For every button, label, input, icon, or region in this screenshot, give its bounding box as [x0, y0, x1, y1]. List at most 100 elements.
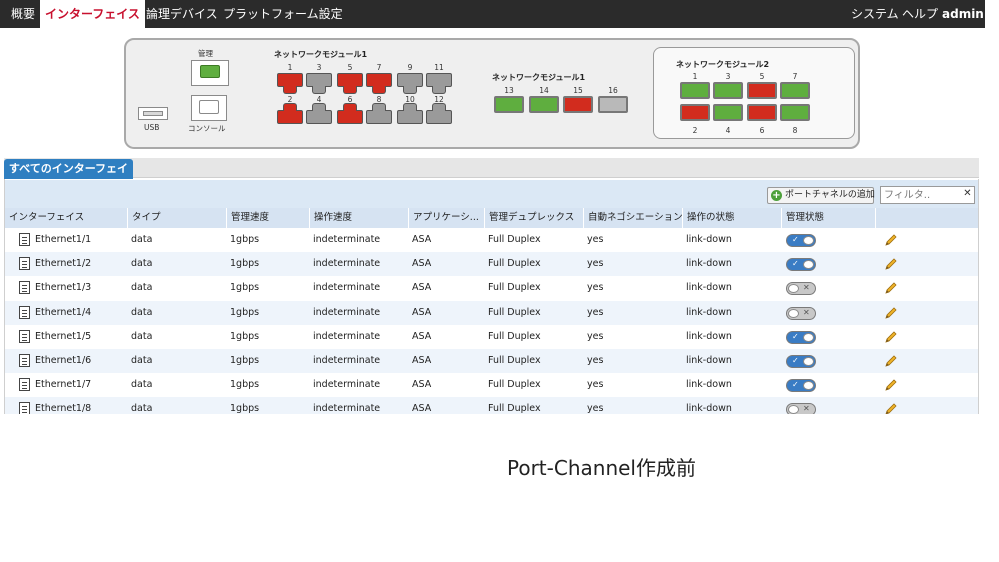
table-row[interactable]: Ethernet1/2 data 1gbps indeterminate ASA Full…	[5, 252, 978, 277]
col-admin-speed[interactable]: 管理速度	[226, 208, 309, 228]
usb-port-icon	[143, 111, 163, 116]
port-notch	[403, 103, 417, 111]
col-type[interactable]: タイプ	[127, 208, 226, 228]
sfp-port-1-16[interactable]	[598, 96, 628, 113]
table-row[interactable]: Ethernet1/1 data 1gbps indeterminate ASA Full…	[5, 228, 978, 252]
module1a-title: ネットワークモジュール1	[274, 50, 368, 59]
port-number-label: 8	[792, 126, 798, 135]
table-row[interactable]: Ethernet1/6 data 1gbps indeterminate ASA Full…	[5, 349, 978, 373]
col-autoneg[interactable]: 自動ネゴシエーション	[583, 208, 682, 228]
edit-pencil-icon[interactable]	[884, 305, 898, 319]
close-icon[interactable]: ✕	[962, 188, 973, 200]
sfp-port-2-3[interactable]	[713, 82, 743, 99]
ethernet-port-1-4[interactable]	[306, 102, 332, 124]
table-row[interactable]: Ethernet1/4 data 1gbps indeterminate ASA Full…	[5, 300, 978, 325]
admin-state-toggle[interactable]: ✓	[786, 234, 816, 247]
ethernet-port-1-3[interactable]	[306, 73, 332, 95]
col-interface[interactable]: インターフェイス	[5, 208, 127, 228]
cell-oper-state: link-down	[686, 258, 732, 270]
port-body	[337, 73, 363, 87]
admin-state-toggle[interactable]: ✓	[786, 355, 816, 368]
ethernet-port-1-5[interactable]	[337, 73, 363, 95]
col-application[interactable]: アプリケーシ...	[408, 208, 484, 228]
ethernet-port-1-8[interactable]	[366, 102, 392, 124]
port-number-label: 5	[759, 72, 765, 81]
col-admin-duplex[interactable]: 管理デュプレックス	[484, 208, 583, 228]
ethernet-port-1-7[interactable]	[366, 73, 392, 95]
col-oper-speed[interactable]: 操作速度	[309, 208, 408, 228]
col-oper-state[interactable]: 操作の状態	[682, 208, 781, 228]
admin-state-toggle[interactable]: ✕	[786, 403, 816, 414]
edit-pencil-icon[interactable]	[884, 401, 898, 414]
nav-system[interactable]: システム	[846, 0, 904, 28]
sfp-port-1-15[interactable]	[563, 96, 593, 113]
nav-tab-interfaces[interactable]: インターフェイス	[40, 0, 145, 28]
ethernet-port-1-6[interactable]	[337, 102, 363, 124]
port-number-label: 11	[434, 63, 444, 72]
admin-state-toggle[interactable]: ✕	[786, 306, 816, 320]
tab-all-interfaces[interactable]: すべてのインターフェイス	[4, 159, 133, 195]
port-body	[397, 73, 423, 87]
cell-name: Ethernet1/5	[35, 330, 92, 342]
cell-oper-state: link-down	[686, 379, 732, 391]
cell-name: Ethernet1/6	[35, 355, 92, 366]
console-port[interactable]	[191, 95, 227, 121]
port-body	[426, 110, 452, 124]
col-admin-state[interactable]: 管理状態	[781, 208, 875, 228]
table-row[interactable]: Ethernet1/3 data 1gbps indeterminate ASA Full…	[5, 276, 978, 301]
table-row[interactable]: Ethernet1/7 data 1gbps indeterminate ASA Full…	[5, 373, 978, 398]
admin-state-toggle[interactable]: ✓	[786, 379, 816, 393]
interface-icon	[19, 305, 30, 319]
port-notch	[372, 103, 386, 111]
nav-tab-overview[interactable]: 概要	[6, 0, 40, 28]
edit-pencil-icon[interactable]	[884, 256, 898, 270]
edit-pencil-icon[interactable]	[884, 280, 898, 295]
sfp-port-2-4[interactable]	[713, 104, 743, 121]
sfp-port-2-5[interactable]	[747, 82, 777, 99]
add-icon: +	[771, 190, 782, 201]
interface-icon	[19, 233, 30, 246]
edit-pencil-icon[interactable]	[884, 232, 898, 246]
sfp-port-1-13[interactable]	[494, 96, 524, 113]
add-port-channel-button[interactable]: + ポートチャネルの追加	[767, 187, 875, 204]
cell-name: Ethernet1/8	[35, 403, 92, 414]
admin-state-toggle[interactable]: ✕	[786, 282, 816, 296]
usb-port[interactable]	[138, 107, 168, 120]
admin-state-toggle[interactable]: ✓	[786, 258, 816, 272]
ethernet-port-1-9[interactable]	[397, 73, 423, 95]
sfp-port-2-6[interactable]	[747, 104, 777, 121]
port-number-label: 16	[608, 86, 618, 95]
module1b-title: ネットワークモジュール1	[492, 73, 586, 82]
toggle-knob	[803, 236, 814, 245]
table-row[interactable]: Ethernet1/5 data 1gbps indeterminate ASA Full…	[5, 324, 978, 349]
filter-input[interactable]	[880, 186, 975, 204]
ethernet-port-1-10[interactable]	[397, 102, 423, 124]
nav-user-admin[interactable]: admin	[937, 0, 985, 28]
sfp-port-2-7[interactable]	[780, 82, 810, 99]
ethernet-port-1-1[interactable]	[277, 73, 303, 95]
nav-tab-logical-devices[interactable]: 論理デバイス	[141, 0, 223, 28]
cell-duplex: Full Duplex	[488, 330, 541, 342]
edit-pencil-icon[interactable]	[884, 353, 898, 367]
sfp-port-2-1[interactable]	[680, 82, 710, 99]
edit-pencil-icon[interactable]	[884, 329, 898, 343]
check-icon: ✓	[792, 259, 799, 269]
caption: Port-Channel作成前	[507, 456, 696, 480]
ethernet-port-1-11[interactable]	[426, 73, 452, 95]
port-body	[277, 110, 303, 124]
sfp-port-1-14[interactable]	[529, 96, 559, 113]
app-window: 概要 インターフェイス 論理デバイス プラットフォーム設定 システム ヘルプ a…	[0, 0, 985, 414]
cell-oper-speed: indeterminate	[313, 379, 381, 391]
edit-pencil-icon[interactable]	[884, 377, 898, 391]
ethernet-port-1-2[interactable]	[277, 102, 303, 124]
port-notch	[312, 103, 326, 111]
ethernet-port-1-12[interactable]	[426, 102, 452, 124]
nav-tab-platform-settings[interactable]: プラットフォーム設定	[218, 0, 348, 28]
sfp-port-2-8[interactable]	[780, 104, 810, 121]
admin-state-toggle[interactable]: ✓	[786, 330, 816, 344]
cell-name: Ethernet1/2	[35, 258, 92, 270]
table-row[interactable]: Ethernet1/8 data 1gbps indeterminate ASA Full…	[5, 397, 978, 414]
mgmt-port[interactable]	[191, 60, 229, 86]
sfp-port-2-2[interactable]	[680, 104, 710, 121]
port-number-label: 2	[692, 126, 698, 135]
